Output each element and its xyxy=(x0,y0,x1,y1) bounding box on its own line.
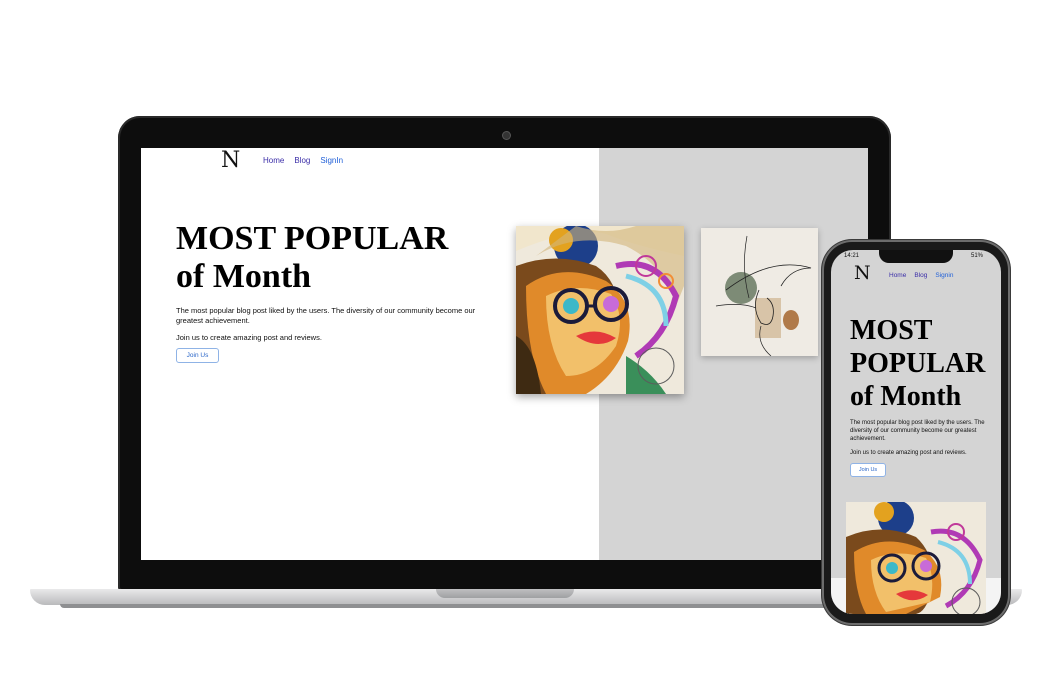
hero-title-line2: of Month xyxy=(176,258,312,296)
top-nav: Home Blog SignIn xyxy=(263,156,343,165)
phone-hero-title: MOST POPULAR of Month xyxy=(850,314,985,413)
nav-blog-link[interactable]: Blog xyxy=(294,156,310,165)
phone-top-nav: Home Blog Signin xyxy=(889,272,953,279)
status-battery: 51% xyxy=(971,253,984,259)
phone-join-us-button[interactable]: Join Us xyxy=(850,463,886,477)
nav-home-link[interactable]: Home xyxy=(263,156,284,165)
laptop-opening-notch xyxy=(436,589,574,598)
nav-signin-link[interactable]: SignIn xyxy=(320,156,343,165)
camera-icon xyxy=(503,132,510,139)
hero-description: The most popular blog post liked by the … xyxy=(176,306,476,325)
laptop-screen: N Home Blog SignIn MOST POPULAR of Month… xyxy=(141,148,868,560)
hero-title-line1: MOST POPULAR xyxy=(176,220,449,257)
nav-signin-link[interactable]: Signin xyxy=(935,272,953,279)
hero-title: MOST POPULAR of Month xyxy=(176,220,448,296)
logo-n-icon[interactable]: N xyxy=(854,264,871,283)
hero-join-text: Join us to create amazing post and revie… xyxy=(176,333,322,342)
status-time: 14:21 xyxy=(844,253,860,259)
phone-featured-post-image[interactable] xyxy=(846,502,986,614)
phone-hero-join-text: Join us to create amazing post and revie… xyxy=(850,450,967,456)
featured-post-image[interactable] xyxy=(516,226,684,394)
phone-hero-description: The most popular blog post liked by the … xyxy=(850,420,985,442)
hero-title-line1: MOST xyxy=(850,315,933,346)
hero-title-line2: POPULAR xyxy=(850,348,986,380)
phone-screen: 14:21 51% N Home Blog Signin MOST POPULA… xyxy=(831,250,1001,614)
hero-title-line3: of Month xyxy=(850,381,962,413)
logo-n-icon[interactable]: N xyxy=(221,150,240,172)
nav-home-link[interactable]: Home xyxy=(889,272,906,279)
phone-notch xyxy=(879,250,953,263)
secondary-post-image[interactable] xyxy=(701,228,818,356)
join-us-button[interactable]: Join Us xyxy=(176,348,219,363)
nav-blog-link[interactable]: Blog xyxy=(914,272,927,279)
